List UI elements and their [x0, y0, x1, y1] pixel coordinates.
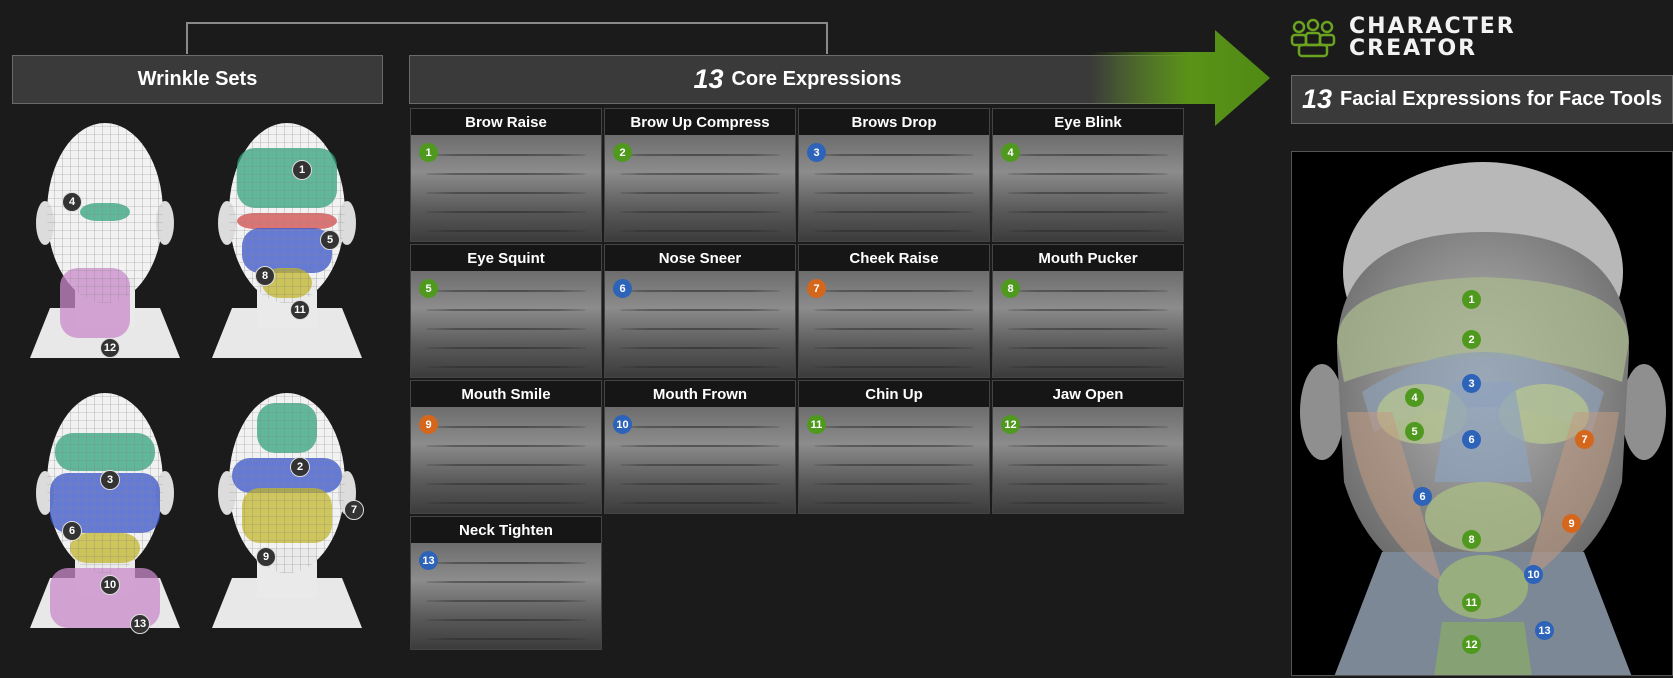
face-map-badge: 4 [1405, 388, 1424, 407]
wrinkle-sets-title: Wrinkle Sets [137, 68, 258, 90]
expression-number-badge: 10 [613, 415, 632, 434]
face-map-badge: 2 [1462, 330, 1481, 349]
wrinkle-zone-badge: 9 [256, 547, 276, 567]
expression-title: Eye Blink [993, 109, 1183, 135]
expression-photo [411, 135, 601, 241]
expression-photo [411, 271, 601, 377]
wrinkle-set-head [30, 118, 180, 368]
wrinkle-zone-badge: 5 [320, 230, 340, 250]
wrinkle-zone-badge: 1 [292, 160, 312, 180]
expression-photo [993, 271, 1183, 377]
wrinkle-zone-badge: 11 [290, 300, 310, 320]
expression-title: Nose Sneer [605, 245, 795, 271]
expression-tile[interactable]: Cheek Raise 7 [798, 244, 990, 378]
expression-photo [799, 135, 989, 241]
expression-tile[interactable]: Mouth Smile 9 [410, 380, 602, 514]
face-map-badge: 7 [1575, 430, 1594, 449]
expression-number-badge: 3 [807, 143, 826, 162]
expression-number-badge: 1 [419, 143, 438, 162]
logo-line-2: CREATOR [1349, 36, 1478, 61]
wrinkle-zone-badge: 3 [100, 470, 120, 490]
expression-photo [993, 407, 1183, 513]
core-label: Core Expressions [731, 68, 902, 90]
face-map-badge: 5 [1405, 422, 1424, 441]
wrinkle-set-head [212, 388, 362, 638]
expression-tile[interactable]: Eye Blink 4 [992, 108, 1184, 242]
expression-tile[interactable]: Brow Raise 1 [410, 108, 602, 242]
facial-expressions-header: 13 Facial Expressions for Face Tools [1291, 75, 1673, 124]
face-map-panel: 1 2 3 4 5 6 7 6 9 8 10 11 12 13 [1291, 151, 1673, 676]
expression-number-badge: 12 [1001, 415, 1020, 434]
expression-title: Brow Up Compress [605, 109, 795, 135]
wrinkle-zone-badge: 12 [100, 338, 120, 358]
expression-title: Mouth Frown [605, 381, 795, 407]
core-count: 13 [693, 64, 724, 94]
expression-number-badge: 4 [1001, 143, 1020, 162]
wrinkle-zone-badge: 13 [130, 614, 150, 634]
expression-photo [993, 135, 1183, 241]
face-map-badge: 1 [1462, 290, 1481, 309]
wrinkle-sets-header: Wrinkle Sets [12, 55, 383, 104]
facial-count: 13 [1301, 84, 1333, 114]
expression-number-badge: 6 [613, 279, 632, 298]
connector-line [186, 22, 828, 54]
face-map-badge: 3 [1462, 374, 1481, 393]
wrinkle-zone-badge: 2 [290, 457, 310, 477]
expression-tile[interactable]: Eye Squint 5 [410, 244, 602, 378]
expression-tile[interactable]: Chin Up 11 [798, 380, 990, 514]
people-icon [1290, 18, 1336, 58]
face-map-badge: 10 [1524, 565, 1543, 584]
wrinkle-zone-badge: 4 [62, 192, 82, 212]
face-map-illustration [1300, 162, 1666, 675]
expression-number-badge: 11 [807, 415, 826, 434]
expression-tile[interactable]: Brows Drop 3 [798, 108, 990, 242]
expression-tile[interactable]: Mouth Frown 10 [604, 380, 796, 514]
expression-photo [605, 271, 795, 377]
expression-title: Eye Squint [411, 245, 601, 271]
expression-tile[interactable]: Jaw Open 12 [992, 380, 1184, 514]
face-map-badge: 11 [1462, 593, 1481, 612]
expression-photo [411, 543, 601, 649]
expression-title: Jaw Open [993, 381, 1183, 407]
expression-number-badge: 8 [1001, 279, 1020, 298]
expression-number-badge: 5 [419, 279, 438, 298]
expression-title: Mouth Pucker [993, 245, 1183, 271]
expression-tile[interactable]: Neck Tighten 13 [410, 516, 602, 650]
expression-number-badge: 13 [419, 551, 438, 570]
expression-title: Chin Up [799, 381, 989, 407]
expressions-grid: Brow Raise 1 Brow Up Compress 2 Brows Dr… [410, 108, 1186, 650]
expression-number-badge: 7 [807, 279, 826, 298]
face-map-badge: 9 [1562, 514, 1581, 533]
logo-line-1: CHARACTER [1349, 14, 1516, 39]
face-map-badge: 6 [1413, 487, 1432, 506]
expression-title: Brow Raise [411, 109, 601, 135]
wrinkle-zone-badge: 8 [255, 266, 275, 286]
expression-photo [799, 407, 989, 513]
character-creator-logo: CHARACTER CREATOR [1289, 16, 1516, 60]
face-map-badge: 8 [1462, 530, 1481, 549]
expression-title: Neck Tighten [411, 517, 601, 543]
wrinkle-zone-badge: 7 [344, 500, 364, 520]
expression-number-badge: 2 [613, 143, 632, 162]
expression-photo [605, 135, 795, 241]
face-map-badge: 6 [1462, 430, 1481, 449]
wrinkle-zone-badge: 6 [62, 521, 82, 541]
face-map-badge: 13 [1535, 621, 1554, 640]
expression-tile[interactable]: Mouth Pucker 8 [992, 244, 1184, 378]
expression-photo [799, 271, 989, 377]
expression-title: Brows Drop [799, 109, 989, 135]
expression-title: Cheek Raise [799, 245, 989, 271]
expression-photo [411, 407, 601, 513]
expression-number-badge: 9 [419, 415, 438, 434]
expression-tile[interactable]: Nose Sneer 6 [604, 244, 796, 378]
face-map-badge: 12 [1462, 635, 1481, 654]
facial-label: Facial Expressions for Face Tools [1340, 88, 1662, 110]
wrinkle-set-head [30, 388, 180, 638]
expression-photo [605, 407, 795, 513]
expression-tile[interactable]: Brow Up Compress 2 [604, 108, 796, 242]
wrinkle-zone-badge: 10 [100, 575, 120, 595]
expression-title: Mouth Smile [411, 381, 601, 407]
core-expressions-header: 13 Core Expressions [409, 55, 1186, 104]
